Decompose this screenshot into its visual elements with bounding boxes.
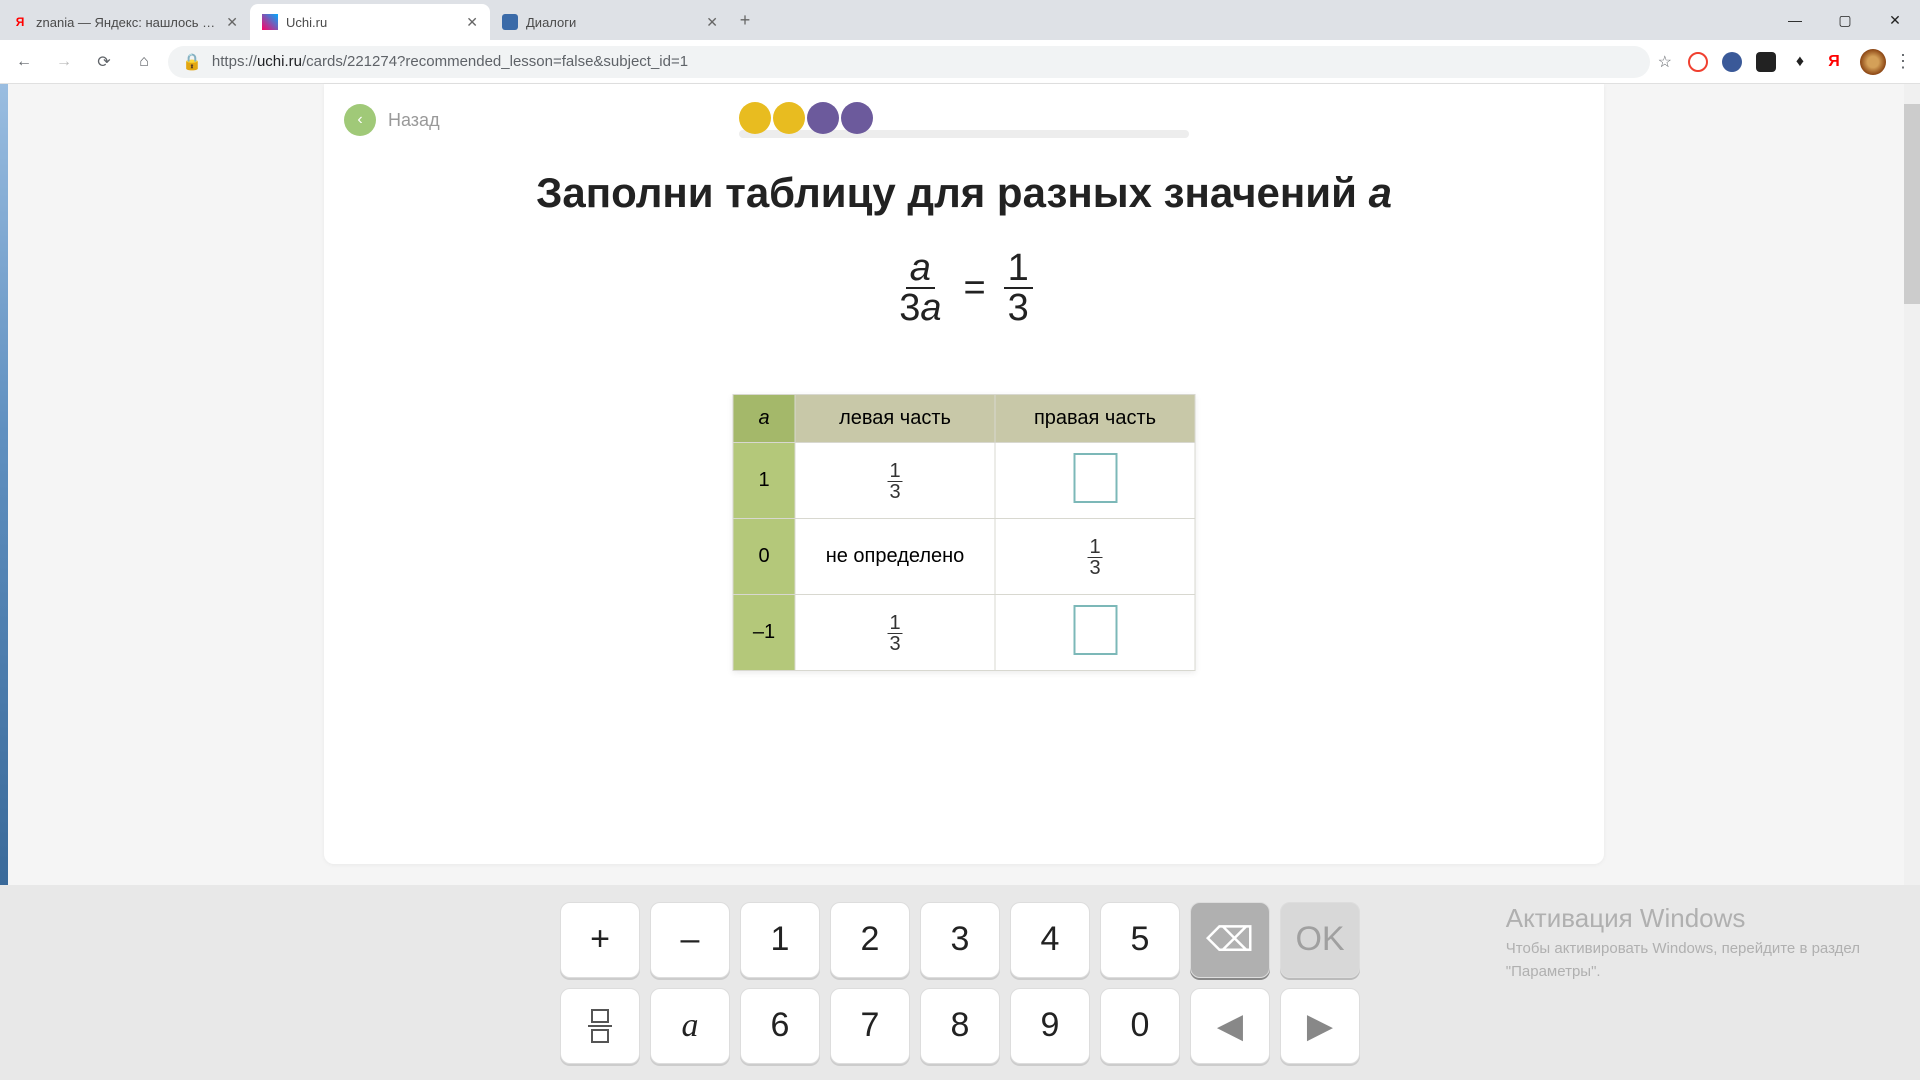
table-header-row: a левая часть правая часть xyxy=(733,395,1195,443)
table-cell-left: 13 xyxy=(795,443,995,519)
key-backspace[interactable]: ⌫ xyxy=(1190,902,1270,978)
back-label: Назад xyxy=(388,110,440,131)
minimize-button[interactable]: — xyxy=(1770,0,1820,40)
close-icon[interactable]: ✕ xyxy=(226,14,238,31)
key-8[interactable]: 8 xyxy=(920,988,1000,1064)
backspace-icon: ⌫ xyxy=(1206,920,1254,960)
watermark-text: Чтобы активировать Windows, перейдите в … xyxy=(1506,940,1860,957)
triangle-right-icon: ▶ xyxy=(1307,1006,1333,1046)
equation: a 3a = 1 3 xyxy=(324,249,1604,327)
triangle-left-icon: ◀ xyxy=(1217,1006,1243,1046)
answer-input[interactable] xyxy=(1073,605,1117,655)
chevron-left-icon: ‹ xyxy=(344,104,376,136)
key-1[interactable]: 1 xyxy=(740,902,820,978)
close-window-button[interactable]: ✕ xyxy=(1870,0,1920,40)
progress-dot xyxy=(773,102,805,134)
key-plus[interactable]: + xyxy=(560,902,640,978)
key-cursor-right[interactable]: ▶ xyxy=(1280,988,1360,1064)
values-table: a левая часть правая часть 1 13 0 не опр… xyxy=(733,394,1196,671)
extension-icon[interactable] xyxy=(1688,52,1708,72)
browser-chrome: Я znania — Яндекс: нашлось 954 ✕ Uchi.ru… xyxy=(0,0,1920,84)
reload-button[interactable]: ⟳ xyxy=(88,46,120,78)
task-title: Заполни таблицу для разных значений a xyxy=(324,169,1604,217)
key-0[interactable]: 0 xyxy=(1100,988,1180,1064)
key-ok[interactable]: OK xyxy=(1280,902,1360,978)
progress-dot xyxy=(739,102,771,134)
extension-icon[interactable] xyxy=(1756,52,1776,72)
key-variable-a[interactable]: a xyxy=(650,988,730,1064)
lock-icon: 🔒 xyxy=(182,52,202,72)
key-minus[interactable]: – xyxy=(650,902,730,978)
progress-dot xyxy=(841,102,873,134)
close-icon[interactable]: ✕ xyxy=(466,14,478,31)
browser-tab[interactable]: Диалоги ✕ xyxy=(490,4,730,40)
key-6[interactable]: 6 xyxy=(740,988,820,1064)
key-4[interactable]: 4 xyxy=(1010,902,1090,978)
table-cell-left: 13 xyxy=(795,595,995,671)
windows-activation-watermark: Активация Windows Чтобы активировать Win… xyxy=(1506,903,1860,980)
window-controls: — ▢ ✕ xyxy=(1770,0,1920,40)
menu-button[interactable]: ⋮ xyxy=(1894,51,1912,72)
extension-icon[interactable] xyxy=(1722,52,1742,72)
table-cell-left: не определено xyxy=(795,519,995,595)
fraction-icon xyxy=(588,1009,612,1043)
tab-title: znania — Яндекс: нашлось 954 xyxy=(36,15,218,30)
extensions: ♦ Я xyxy=(1680,52,1852,72)
key-cursor-left[interactable]: ◀ xyxy=(1190,988,1270,1064)
favicon-icon: Я xyxy=(12,14,28,30)
progress-dots xyxy=(739,102,873,134)
equals-sign: = xyxy=(963,267,985,310)
tab-title: Uchi.ru xyxy=(286,15,458,30)
table-cell-a: 1 xyxy=(733,443,795,519)
key-2[interactable]: 2 xyxy=(830,902,910,978)
keypad: + – 1 2 3 4 5 ⌫ OK a 6 7 8 9 0 ◀ ▶ xyxy=(560,902,1360,1064)
key-7[interactable]: 7 xyxy=(830,988,910,1064)
browser-tab[interactable]: Uchi.ru ✕ xyxy=(250,4,490,40)
table-cell-a: 0 xyxy=(733,519,795,595)
table-cell-right: 13 xyxy=(995,519,1195,595)
key-3[interactable]: 3 xyxy=(920,902,1000,978)
table-header-right: правая часть xyxy=(995,395,1195,443)
extension-icon[interactable]: ♦ xyxy=(1790,52,1810,72)
watermark-text: "Параметры". xyxy=(1506,963,1860,980)
progress-indicator xyxy=(739,102,1189,138)
profile-avatar[interactable] xyxy=(1860,49,1886,75)
progress-dot xyxy=(807,102,839,134)
tab-title: Диалоги xyxy=(526,15,698,30)
favicon-icon xyxy=(502,14,518,30)
table-header-a: a xyxy=(733,395,795,443)
key-5[interactable]: 5 xyxy=(1100,902,1180,978)
tab-bar: Я znania — Яндекс: нашлось 954 ✕ Uchi.ru… xyxy=(0,0,1920,40)
extension-icon[interactable]: Я xyxy=(1824,52,1844,72)
table-header-left: левая часть xyxy=(795,395,995,443)
back-button[interactable]: ← xyxy=(8,46,40,78)
nav-bar: ← → ⟳ ⌂ 🔒 https://uchi.ru/cards/221274?r… xyxy=(0,40,1920,84)
browser-tab[interactable]: Я znania — Яндекс: нашлось 954 ✕ xyxy=(0,4,250,40)
home-button[interactable]: ⌂ xyxy=(128,46,160,78)
maximize-button[interactable]: ▢ xyxy=(1820,0,1870,40)
answer-input[interactable] xyxy=(1073,453,1117,503)
exercise-card: ‹ Назад Заполни таблицу для разных значе… xyxy=(324,84,1604,864)
url-bar[interactable]: 🔒 https://uchi.ru/cards/221274?recommend… xyxy=(168,46,1650,78)
table-cell-a: –1 xyxy=(733,595,795,671)
key-9[interactable]: 9 xyxy=(1010,988,1090,1064)
watermark-title: Активация Windows xyxy=(1506,903,1860,934)
key-fraction[interactable] xyxy=(560,988,640,1064)
scrollbar-thumb[interactable] xyxy=(1904,104,1920,304)
fraction-right: 1 3 xyxy=(1004,249,1033,327)
url-text: https://uchi.ru/cards/221274?recommended… xyxy=(212,53,688,70)
new-tab-button[interactable]: + xyxy=(730,5,760,35)
favicon-icon xyxy=(262,14,278,30)
table-row: 0 не определено 13 xyxy=(733,519,1195,595)
back-link[interactable]: ‹ Назад xyxy=(344,104,440,136)
bookmark-star-icon[interactable]: ☆ xyxy=(1658,52,1672,72)
forward-button[interactable]: → xyxy=(48,46,80,78)
fraction-left: a 3a xyxy=(895,249,945,327)
table-row: –1 13 xyxy=(733,595,1195,671)
table-cell-right xyxy=(995,443,1195,519)
close-icon[interactable]: ✕ xyxy=(706,14,718,31)
table-cell-right xyxy=(995,595,1195,671)
table-row: 1 13 xyxy=(733,443,1195,519)
